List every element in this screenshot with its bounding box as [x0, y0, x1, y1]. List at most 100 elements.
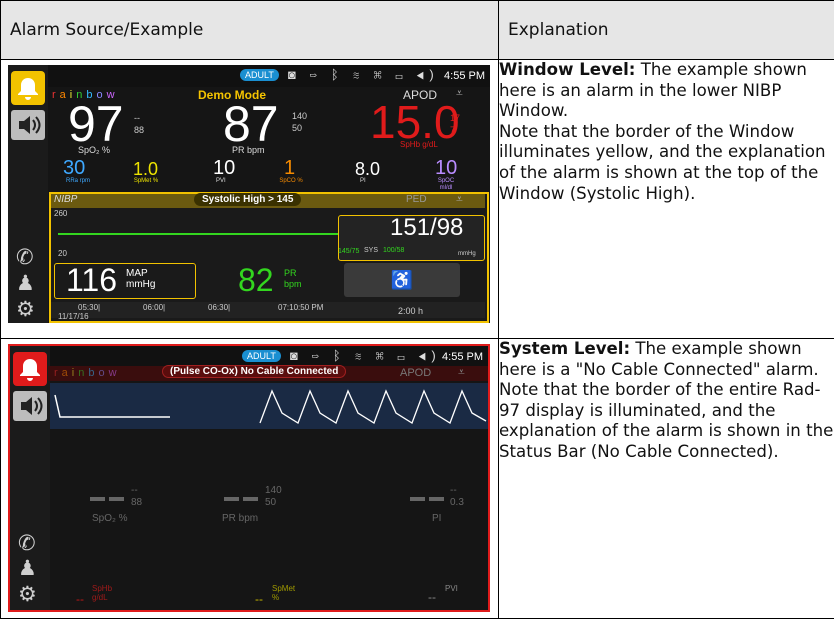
sphb-dash: -- — [76, 592, 84, 606]
add-user-icon[interactable]: ♟ — [16, 271, 35, 296]
spco-label: SpCO % — [279, 178, 303, 184]
gear-icon[interactable]: ⚙ — [18, 582, 37, 607]
explanation-para-2: Note that the border of the Window illum… — [499, 121, 826, 203]
timeline-time-2: 06:00| — [143, 303, 166, 312]
explanation-title: System Level: — [499, 339, 631, 358]
scale-low: 20 — [58, 249, 67, 258]
pr2-unit: bpm — [284, 279, 302, 289]
patient-mode-badge[interactable]: ADULT — [240, 69, 279, 81]
bell-icon[interactable] — [11, 71, 45, 105]
explanation-para-1: System Level: The example shown here is … — [499, 339, 834, 380]
ped-label[interactable]: PED — [406, 194, 427, 205]
device-screen-system-alarm: ✆ ♟ ⚙ ADULT ◙ ⇨ ᛒ ≋ ⌘ ▭ ◀) 4:55 PM rainb… — [8, 344, 490, 612]
timeline-time-3: 06:30| — [208, 303, 231, 312]
brand-logo: rainbow — [54, 367, 121, 379]
add-user-icon[interactable]: ♟ — [18, 556, 37, 581]
rra-value[interactable]: 30 — [63, 157, 85, 180]
phone-icon[interactable]: ✆ — [18, 531, 36, 556]
rra-label: RRa rpm — [65, 178, 90, 184]
nibp-label: NIBP — [54, 194, 78, 205]
status-bar: ADULT ◙ ⇨ ᛒ ≋ ⌘ ▭ ◀) 4:55 PM — [48, 65, 490, 87]
spmet-label: SpMet % — [133, 178, 159, 184]
pleth-waveform — [50, 383, 488, 429]
sphb-low: 7 — [450, 125, 456, 135]
pr-low: 50 — [292, 123, 303, 133]
pr-dash — [224, 497, 258, 501]
row-system-level: ✆ ♟ ⚙ ADULT ◙ ⇨ ᛒ ≋ ⌘ ▭ ◀) 4:55 PM rainb… — [0, 338, 834, 619]
sys-value: 151/98 — [390, 214, 464, 241]
spoc-label: SpOC ml/dl — [437, 178, 455, 191]
sphb-high: 17 — [450, 113, 461, 123]
sys-label: SYS — [364, 247, 379, 254]
pr2-label: PR — [284, 268, 297, 278]
bell-icon[interactable] — [13, 352, 47, 386]
map-label: MAP — [126, 268, 148, 279]
spo2-high: -- — [134, 113, 140, 123]
duration-label[interactable]: 2:00 h — [398, 306, 423, 316]
pr-label: PR bpm — [222, 513, 259, 524]
timeline-time-1: 05:30| — [78, 303, 101, 312]
sphb-label: SpHb g/dL — [92, 584, 113, 602]
pi-value[interactable]: 8.0 — [355, 159, 380, 180]
spo2-label: SpO₂ % — [92, 513, 128, 524]
col-header-explanation: Explanation — [498, 0, 834, 60]
status-icons: ◙ ⇨ ᛒ ≋ ⌘ ▭ ◀) — [290, 348, 441, 363]
pr2-value: 82 — [238, 262, 274, 298]
spo2-dash — [90, 497, 124, 501]
pvi-value[interactable]: 10 — [213, 157, 235, 180]
gear-icon[interactable]: ⚙ — [16, 297, 35, 322]
alarm-table: Alarm Source/Example Explanation ✆ ♟ ⚙ A… — [0, 0, 834, 619]
pvi-dash: -- — [428, 590, 436, 604]
apod-label[interactable]: APOD — [400, 367, 431, 379]
device-screen-window-alarm: ✆ ♟ ⚙ ADULT ◙ ⇨ ᛒ ≋ ⌘ ▭ ◀) 4:55 PM rainb… — [8, 65, 490, 323]
spmet-label: SpMet % — [272, 584, 296, 602]
sys-pressure: 145/75 — [338, 248, 360, 255]
pr-high: 140 — [292, 111, 308, 121]
speaker-icon[interactable] — [11, 110, 45, 140]
timeline-date: 11/17/16 — [58, 312, 89, 321]
clock: 4:55 PM — [442, 351, 483, 363]
chevron-down-icon[interactable]: ⩡ — [458, 365, 465, 380]
speaker-icon[interactable] — [13, 391, 47, 421]
sys-unit: mmHg — [458, 251, 476, 257]
example-cell: ✆ ♟ ⚙ ADULT ◙ ⇨ ᛒ ≋ ⌘ ▭ ◀) 4:55 PM rainb… — [0, 59, 499, 339]
spmet-dash: -- — [255, 592, 263, 606]
status-icons: ◙ ⇨ ᛒ ≋ ⌘ ▭ ◀) — [288, 67, 439, 82]
spo2-label: SpO₂ % — [78, 145, 111, 155]
scale-high: 260 — [54, 209, 68, 218]
spoc-value[interactable]: 10 — [435, 157, 457, 180]
sys-extra: 100/58 — [383, 247, 405, 254]
phone-icon[interactable]: ✆ — [16, 245, 34, 270]
patient-mode-badge[interactable]: ADULT — [242, 350, 281, 362]
pvi-label: PVI — [216, 178, 226, 184]
pr-label: PR bpm — [232, 145, 265, 155]
pr-high: 140 — [265, 485, 282, 496]
map-unit: mmHg — [126, 279, 156, 290]
spo2-high: -- — [131, 485, 138, 496]
pr-low: 50 — [265, 497, 277, 508]
side-rail: ✆ ♟ ⚙ — [10, 346, 50, 610]
side-rail: ✆ ♟ ⚙ — [8, 65, 48, 323]
start-measurement-button[interactable]: ♿ — [344, 263, 460, 297]
spco-value[interactable]: 1 — [284, 157, 295, 180]
spo2-low: 88 — [131, 497, 143, 508]
example-cell: ✆ ♟ ⚙ ADULT ◙ ⇨ ᛒ ≋ ⌘ ▭ ◀) 4:55 PM rainb… — [0, 338, 499, 619]
map-value: 116 — [66, 262, 118, 298]
alarm-message: (Pulse CO-Ox) No Cable Connected — [162, 365, 347, 378]
timeline-time-4: 07:10:50 PM — [278, 303, 324, 312]
spmet-value[interactable]: 1.0 — [133, 159, 158, 180]
pvi-label: PVI — [445, 584, 458, 593]
spo2-low: 88 — [134, 125, 145, 135]
explanation-cell: Window Level: The example shown here is … — [498, 59, 834, 339]
clock: 4:55 PM — [444, 70, 485, 82]
sphb-label: SpHb g/dL — [400, 140, 438, 149]
pi-label: PI — [432, 513, 442, 524]
row-window-level: ✆ ♟ ⚙ ADULT ◙ ⇨ ᛒ ≋ ⌘ ▭ ◀) 4:55 PM rainb… — [0, 59, 834, 339]
chevron-down-icon[interactable]: ⩡ — [456, 192, 463, 207]
pi-dash — [410, 497, 444, 501]
pi-label: PI — [360, 178, 366, 184]
explanation-cell: System Level: The example shown here is … — [498, 338, 834, 619]
pi-low: 0.3 — [450, 497, 464, 508]
trend-line — [58, 233, 338, 235]
col-header-source: Alarm Source/Example — [0, 0, 499, 60]
